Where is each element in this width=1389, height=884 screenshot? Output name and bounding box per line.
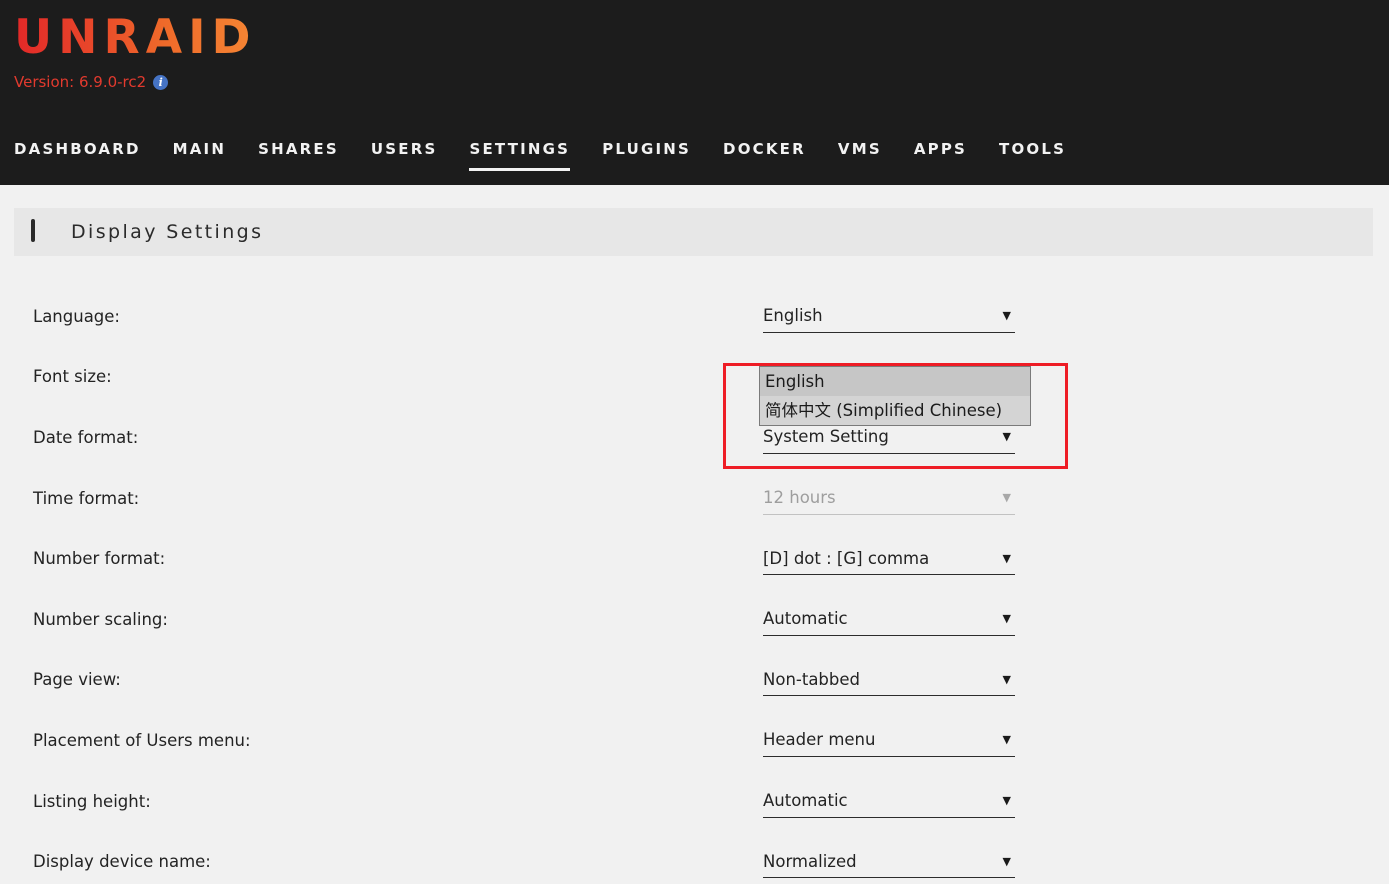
top-header-bar: UNRAID Version: 6.9.0-rc2 i DASHBOARD MA…: [0, 0, 1389, 185]
chevron-down-icon: ▼: [1002, 672, 1011, 686]
setting-row-font-size: Font size: ▼: [33, 347, 1389, 408]
field-time-format: 12 hours ▼: [763, 482, 1015, 515]
select-page-view-value: Non-tabbed: [763, 669, 861, 689]
setting-row-number-scaling: Number scaling: Automatic ▼: [33, 589, 1389, 650]
setting-row-date-format: Date format: System Setting ▼: [33, 407, 1389, 468]
main-navigation: DASHBOARD MAIN SHARES USERS SETTINGS PLU…: [0, 140, 1098, 171]
select-listing-height[interactable]: Automatic ▼: [763, 785, 1015, 818]
select-date-format-value: System Setting: [763, 427, 889, 447]
brand-block: UNRAID Version: 6.9.0-rc2 i: [14, 14, 257, 91]
language-dropdown-list[interactable]: English 简体中文 (Simplified Chinese): [759, 366, 1031, 426]
setting-row-number-format: Number format: [D] dot : [G] comma ▼: [33, 528, 1389, 589]
chevron-down-icon: ▼: [1002, 309, 1011, 323]
field-users-menu-placement: Header menu ▼: [763, 724, 1015, 757]
label-users-menu-placement: Placement of Users menu:: [33, 730, 251, 750]
select-page-view[interactable]: Non-tabbed ▼: [763, 663, 1015, 697]
select-language[interactable]: English ▼: [763, 300, 1015, 333]
chevron-down-icon: ▼: [1002, 430, 1011, 444]
dropdown-option-english[interactable]: English: [760, 367, 1030, 396]
select-language-value: English: [763, 306, 823, 326]
select-number-scaling[interactable]: Automatic ▼: [763, 603, 1015, 636]
setting-row-time-format: Time format: 12 hours ▼: [33, 468, 1389, 529]
info-icon[interactable]: i: [153, 74, 169, 90]
select-display-device-name-value: Normalized: [763, 851, 857, 871]
label-font-size: Font size:: [33, 367, 112, 387]
setting-row-language: Language: English ▼: [33, 286, 1389, 347]
select-number-scaling-value: Automatic: [763, 609, 848, 629]
field-language: English ▼: [763, 300, 1015, 333]
select-listing-height-value: Automatic: [763, 791, 848, 811]
label-time-format: Time format:: [33, 488, 140, 508]
nav-item-settings[interactable]: SETTINGS: [469, 140, 586, 171]
label-language: Language:: [33, 306, 120, 326]
chevron-down-icon: ▼: [1002, 733, 1011, 747]
nav-item-users[interactable]: USERS: [371, 140, 454, 158]
display-settings-form: Language: English ▼ Font size: ▼ Date fo…: [0, 286, 1389, 884]
chevron-down-icon: ▼: [1002, 491, 1011, 505]
page-header: Display Settings: [14, 208, 1373, 256]
label-number-format: Number format:: [33, 549, 166, 569]
select-users-menu-placement-value: Header menu: [763, 730, 876, 750]
setting-row-listing-height: Listing height: Automatic ▼: [33, 771, 1389, 832]
chevron-down-icon: ▼: [1002, 551, 1011, 565]
field-number-scaling: Automatic ▼: [763, 603, 1015, 636]
select-number-format-value: [D] dot : [G] comma: [763, 548, 930, 568]
setting-row-display-device-name: Display device name: Normalized ▼: [33, 831, 1389, 884]
label-listing-height: Listing height:: [33, 791, 151, 811]
nav-item-apps[interactable]: APPS: [914, 140, 983, 158]
label-display-device-name: Display device name:: [33, 852, 211, 872]
select-display-device-name[interactable]: Normalized ▼: [763, 845, 1015, 879]
label-number-scaling: Number scaling:: [33, 609, 168, 629]
page-title: Display Settings: [71, 221, 264, 243]
field-display-device-name: Normalized ▼: [763, 845, 1015, 879]
chevron-down-icon: ▼: [1002, 854, 1011, 868]
nav-item-docker[interactable]: DOCKER: [723, 140, 822, 158]
chevron-down-icon: ▼: [1002, 794, 1011, 808]
chevron-down-icon: ▼: [1002, 612, 1011, 626]
monitor-icon: [31, 219, 57, 243]
unraid-logo: UNRAID: [14, 10, 257, 65]
nav-item-tools[interactable]: TOOLS: [999, 140, 1082, 158]
label-date-format: Date format:: [33, 427, 139, 447]
field-page-view: Non-tabbed ▼: [763, 663, 1015, 697]
nav-item-main[interactable]: MAIN: [173, 140, 242, 158]
version-block: Version: 6.9.0-rc2 i: [14, 73, 257, 91]
select-time-format-value: 12 hours: [763, 488, 836, 508]
nav-item-shares[interactable]: SHARES: [258, 140, 355, 158]
dropdown-option-simplified-chinese[interactable]: 简体中文 (Simplified Chinese): [760, 396, 1030, 425]
nav-item-dashboard[interactable]: DASHBOARD: [14, 140, 157, 158]
nav-item-vms[interactable]: VMS: [838, 140, 898, 158]
setting-row-page-view: Page view: Non-tabbed ▼: [33, 650, 1389, 711]
nav-item-plugins[interactable]: PLUGINS: [602, 140, 707, 158]
version-label: Version: 6.9.0-rc2: [14, 73, 147, 91]
field-number-format: [D] dot : [G] comma ▼: [763, 542, 1015, 576]
setting-row-users-menu-placement: Placement of Users menu: Header menu ▼: [33, 710, 1389, 771]
select-users-menu-placement[interactable]: Header menu ▼: [763, 724, 1015, 757]
label-page-view: Page view:: [33, 670, 121, 690]
select-time-format: 12 hours ▼: [763, 482, 1015, 515]
field-listing-height: Automatic ▼: [763, 785, 1015, 818]
select-number-format[interactable]: [D] dot : [G] comma ▼: [763, 542, 1015, 576]
